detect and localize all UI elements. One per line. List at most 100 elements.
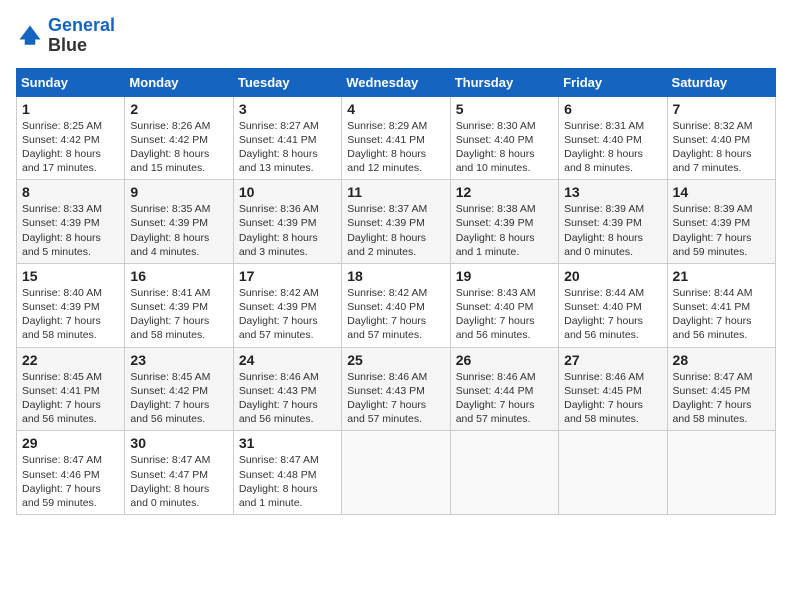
calendar-cell: 4 Sunrise: 8:29 AMSunset: 4:41 PMDaylight…	[342, 96, 450, 180]
day-number: 13	[564, 184, 661, 200]
day-number: 27	[564, 352, 661, 368]
calendar-cell: 21 Sunrise: 8:44 AMSunset: 4:41 PMDayligh…	[667, 263, 775, 347]
day-number: 22	[22, 352, 119, 368]
calendar-cell: 2Sunrise: 8:26 AMSunset: 4:42 PMDaylight…	[125, 96, 233, 180]
day-number: 20	[564, 268, 661, 284]
day-info: Sunrise: 8:45 AMSunset: 4:41 PMDaylight:…	[22, 370, 119, 427]
calendar-cell: 16 Sunrise: 8:41 AMSunset: 4:39 PMDayligh…	[125, 263, 233, 347]
col-header-tuesday: Tuesday	[233, 68, 341, 96]
day-info: Sunrise: 8:42 AMSunset: 4:39 PMDaylight:…	[239, 286, 336, 343]
day-info: Sunrise: 8:25 AMSunset: 4:42 PMDaylight:…	[22, 119, 119, 176]
calendar-cell: 20 Sunrise: 8:44 AMSunset: 4:40 PMDayligh…	[559, 263, 667, 347]
day-info: Sunrise: 8:42 AMSunset: 4:40 PMDaylight:…	[347, 286, 444, 343]
day-number: 2	[130, 101, 227, 117]
day-info: Sunrise: 8:30 AMSunset: 4:40 PMDaylight:…	[456, 119, 553, 176]
day-number: 6	[564, 101, 661, 117]
day-info: Sunrise: 8:39 AMSunset: 4:39 PMDaylight:…	[564, 202, 661, 259]
calendar-cell: 15 Sunrise: 8:40 AMSunset: 4:39 PMDayligh…	[17, 263, 125, 347]
day-info: Sunrise: 8:47 AMSunset: 4:45 PMDaylight:…	[673, 370, 770, 427]
calendar-cell: 12 Sunrise: 8:38 AMSunset: 4:39 PMDayligh…	[450, 180, 558, 264]
calendar-cell: 19Sunrise: 8:43 AMSunset: 4:40 PMDayligh…	[450, 263, 558, 347]
calendar-cell: 27Sunrise: 8:46 AMSunset: 4:45 PMDayligh…	[559, 347, 667, 431]
calendar-cell: 17 Sunrise: 8:42 AMSunset: 4:39 PMDayligh…	[233, 263, 341, 347]
col-header-thursday: Thursday	[450, 68, 558, 96]
calendar-week-4: 22 Sunrise: 8:45 AMSunset: 4:41 PMDayligh…	[17, 347, 776, 431]
calendar-week-2: 8Sunrise: 8:33 AMSunset: 4:39 PMDaylight…	[17, 180, 776, 264]
day-number: 3	[239, 101, 336, 117]
day-info: Sunrise: 8:46 AMSunset: 4:43 PMDaylight:…	[239, 370, 336, 427]
calendar-cell	[559, 431, 667, 515]
day-number: 5	[456, 101, 553, 117]
day-info: Sunrise: 8:38 AMSunset: 4:39 PMDaylight:…	[456, 202, 553, 259]
calendar-cell: 22 Sunrise: 8:45 AMSunset: 4:41 PMDayligh…	[17, 347, 125, 431]
day-info: Sunrise: 8:47 AMSunset: 4:46 PMDaylight:…	[22, 453, 119, 510]
day-info: Sunrise: 8:44 AMSunset: 4:41 PMDaylight:…	[673, 286, 770, 343]
day-info: Sunrise: 8:45 AMSunset: 4:42 PMDaylight:…	[130, 370, 227, 427]
day-number: 26	[456, 352, 553, 368]
calendar-cell: 23Sunrise: 8:45 AMSunset: 4:42 PMDayligh…	[125, 347, 233, 431]
calendar-cell: 29Sunrise: 8:47 AMSunset: 4:46 PMDayligh…	[17, 431, 125, 515]
calendar-cell	[450, 431, 558, 515]
calendar-cell: 1 Sunrise: 8:25 AMSunset: 4:42 PMDaylight…	[17, 96, 125, 180]
day-info: Sunrise: 8:37 AMSunset: 4:39 PMDaylight:…	[347, 202, 444, 259]
col-header-wednesday: Wednesday	[342, 68, 450, 96]
logo: GeneralBlue	[16, 16, 115, 56]
col-header-sunday: Sunday	[17, 68, 125, 96]
day-info: Sunrise: 8:33 AMSunset: 4:39 PMDaylight:…	[22, 202, 119, 259]
col-header-saturday: Saturday	[667, 68, 775, 96]
day-number: 18	[347, 268, 444, 284]
day-info: Sunrise: 8:43 AMSunset: 4:40 PMDaylight:…	[456, 286, 553, 343]
calendar-cell: 9Sunrise: 8:35 AMSunset: 4:39 PMDaylight…	[125, 180, 233, 264]
calendar-cell: 28 Sunrise: 8:47 AMSunset: 4:45 PMDayligh…	[667, 347, 775, 431]
col-header-monday: Monday	[125, 68, 233, 96]
day-number: 15	[22, 268, 119, 284]
day-info: Sunrise: 8:40 AMSunset: 4:39 PMDaylight:…	[22, 286, 119, 343]
calendar-cell: 26 Sunrise: 8:46 AMSunset: 4:44 PMDayligh…	[450, 347, 558, 431]
calendar-cell: 6 Sunrise: 8:31 AMSunset: 4:40 PMDaylight…	[559, 96, 667, 180]
logo-icon	[16, 22, 44, 50]
day-info: Sunrise: 8:32 AMSunset: 4:40 PMDaylight:…	[673, 119, 770, 176]
day-number: 16	[130, 268, 227, 284]
day-info: Sunrise: 8:36 AMSunset: 4:39 PMDaylight:…	[239, 202, 336, 259]
day-number: 25	[347, 352, 444, 368]
day-number: 28	[673, 352, 770, 368]
day-number: 10	[239, 184, 336, 200]
day-number: 14	[673, 184, 770, 200]
day-info: Sunrise: 8:44 AMSunset: 4:40 PMDaylight:…	[564, 286, 661, 343]
day-number: 1	[22, 101, 119, 117]
calendar-cell: 3 Sunrise: 8:27 AMSunset: 4:41 PMDaylight…	[233, 96, 341, 180]
day-info: Sunrise: 8:46 AMSunset: 4:44 PMDaylight:…	[456, 370, 553, 427]
day-number: 24	[239, 352, 336, 368]
day-number: 21	[673, 268, 770, 284]
day-info: Sunrise: 8:46 AMSunset: 4:43 PMDaylight:…	[347, 370, 444, 427]
day-number: 12	[456, 184, 553, 200]
day-info: Sunrise: 8:47 AMSunset: 4:47 PMDaylight:…	[130, 453, 227, 510]
calendar-table: SundayMondayTuesdayWednesdayThursdayFrid…	[16, 68, 776, 515]
calendar-cell	[342, 431, 450, 515]
day-info: Sunrise: 8:39 AMSunset: 4:39 PMDaylight:…	[673, 202, 770, 259]
day-number: 17	[239, 268, 336, 284]
day-info: Sunrise: 8:41 AMSunset: 4:39 PMDaylight:…	[130, 286, 227, 343]
day-number: 31	[239, 435, 336, 451]
calendar-cell: 30 Sunrise: 8:47 AMSunset: 4:47 PMDayligh…	[125, 431, 233, 515]
logo-text: GeneralBlue	[48, 16, 115, 56]
calendar-cell	[667, 431, 775, 515]
calendar-cell: 5 Sunrise: 8:30 AMSunset: 4:40 PMDaylight…	[450, 96, 558, 180]
day-info: Sunrise: 8:47 AMSunset: 4:48 PMDaylight:…	[239, 453, 336, 510]
day-info: Sunrise: 8:29 AMSunset: 4:41 PMDaylight:…	[347, 119, 444, 176]
calendar-week-5: 29Sunrise: 8:47 AMSunset: 4:46 PMDayligh…	[17, 431, 776, 515]
col-header-friday: Friday	[559, 68, 667, 96]
page-header: GeneralBlue	[16, 16, 776, 56]
day-number: 4	[347, 101, 444, 117]
day-number: 11	[347, 184, 444, 200]
day-info: Sunrise: 8:35 AMSunset: 4:39 PMDaylight:…	[130, 202, 227, 259]
day-info: Sunrise: 8:31 AMSunset: 4:40 PMDaylight:…	[564, 119, 661, 176]
day-number: 30	[130, 435, 227, 451]
calendar-cell: 10 Sunrise: 8:36 AMSunset: 4:39 PMDayligh…	[233, 180, 341, 264]
calendar-cell: 11 Sunrise: 8:37 AMSunset: 4:39 PMDayligh…	[342, 180, 450, 264]
day-info: Sunrise: 8:27 AMSunset: 4:41 PMDaylight:…	[239, 119, 336, 176]
calendar-week-1: 1 Sunrise: 8:25 AMSunset: 4:42 PMDaylight…	[17, 96, 776, 180]
calendar-cell: 7Sunrise: 8:32 AMSunset: 4:40 PMDaylight…	[667, 96, 775, 180]
calendar-cell: 14 Sunrise: 8:39 AMSunset: 4:39 PMDayligh…	[667, 180, 775, 264]
calendar-header-row: SundayMondayTuesdayWednesdayThursdayFrid…	[17, 68, 776, 96]
